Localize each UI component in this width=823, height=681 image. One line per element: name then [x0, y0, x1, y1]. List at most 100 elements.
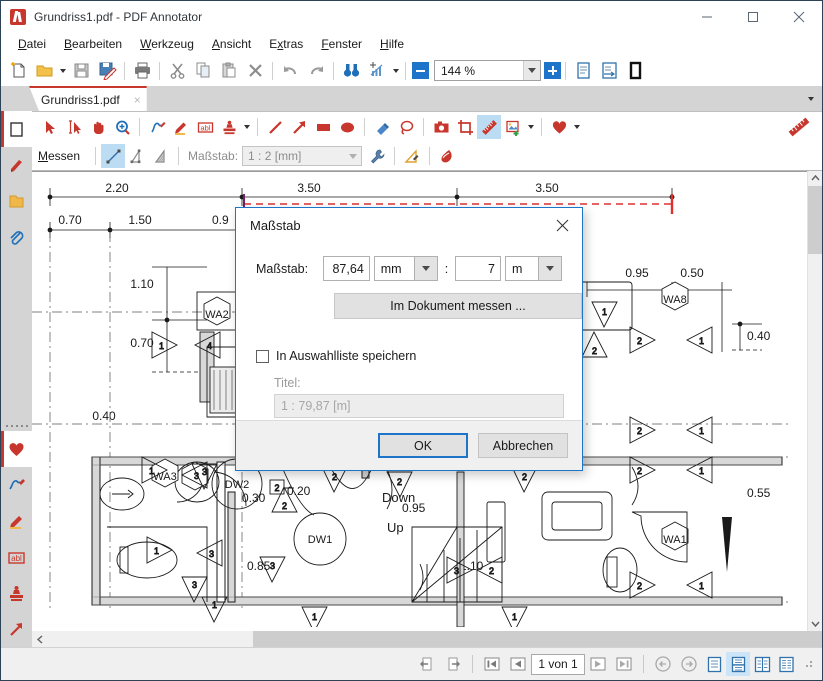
layout-continuous[interactable] [726, 652, 750, 676]
measure-perimeter-tool[interactable] [125, 144, 149, 168]
vertical-scroll-thumb[interactable] [808, 186, 822, 254]
scroll-up-button[interactable] [808, 171, 822, 186]
continuous-page-icon[interactable] [596, 58, 622, 84]
layout-columns[interactable] [774, 652, 798, 676]
highlighter-icon[interactable] [169, 115, 193, 139]
new-document-icon[interactable] [5, 58, 31, 84]
favorites-dropdown-caret-icon[interactable] [571, 114, 582, 140]
ink-drop-icon[interactable] [435, 144, 459, 168]
first-page-icon[interactable] [479, 652, 505, 676]
print-icon[interactable] [129, 58, 155, 84]
delete-x-icon[interactable] [242, 58, 268, 84]
page-setup-dropdown-caret-icon[interactable] [390, 58, 401, 84]
copy-icon[interactable] [190, 58, 216, 84]
tab-close-icon[interactable]: × [134, 93, 141, 107]
sidebar-item-favorites[interactable] [1, 431, 32, 467]
scale-dropdown-chevron-icon[interactable] [345, 147, 362, 165]
horizontal-scroll-track[interactable] [48, 631, 822, 647]
zoom-out-button[interactable] [412, 62, 429, 79]
close-button[interactable] [776, 1, 822, 32]
resize-grip-icon[interactable] [804, 659, 814, 669]
stamp-icon[interactable] [217, 115, 241, 139]
stamp-dropdown-caret-icon[interactable] [241, 114, 252, 140]
measure-distance-tool[interactable] [101, 144, 126, 168]
save-icon[interactable] [68, 58, 94, 84]
forward-arrow-icon[interactable] [676, 652, 702, 676]
page-number-input[interactable]: 1 von 1 [531, 653, 585, 675]
menu-extras[interactable]: Extras [260, 35, 312, 53]
undo-icon[interactable] [277, 58, 303, 84]
layout-facing[interactable] [750, 652, 774, 676]
sidebar-item-text[interactable]: abl [1, 539, 32, 575]
sidebar-item-bookmarks[interactable] [1, 147, 32, 183]
insert-image-icon[interactable] [501, 115, 525, 139]
zoom-combobox[interactable]: 144 % [434, 60, 541, 81]
unit-right-chevron-down-icon[interactable] [538, 256, 562, 281]
measure-area-tool[interactable] [149, 144, 173, 168]
sidebar-drag-handle[interactable] [1, 421, 32, 431]
sidebar-item-attachments[interactable] [1, 219, 32, 255]
calibrate-triangle-icon[interactable] [400, 144, 424, 168]
save-to-list-checkbox-row[interactable]: In Auswahlliste speichern [256, 349, 562, 363]
save-as-icon[interactable] [94, 58, 120, 84]
paste-icon[interactable] [216, 58, 242, 84]
vertical-scrollbar[interactable] [807, 171, 822, 631]
next-view-icon[interactable] [440, 652, 466, 676]
open-dropdown-caret-icon[interactable] [57, 58, 68, 84]
menu-fenster[interactable]: Fenster [312, 35, 371, 53]
scale-combobox[interactable]: 1 : 2 [mm] [242, 146, 363, 166]
horizontal-scroll-thumb[interactable] [253, 631, 822, 647]
ruler-tool-right[interactable] [776, 114, 822, 140]
single-page-icon[interactable] [570, 58, 596, 84]
hand-icon[interactable] [86, 115, 110, 139]
last-page-icon[interactable] [611, 652, 637, 676]
previous-view-icon[interactable] [414, 652, 440, 676]
measure-in-document-button[interactable]: Im Dokument messen ... [334, 293, 582, 319]
unit-left-chevron-down-icon[interactable] [413, 256, 438, 281]
sidebar-item-documents[interactable] [1, 183, 32, 219]
scale-value-left-input[interactable]: 87,64 [323, 256, 370, 281]
filled-ellipse-icon[interactable] [335, 115, 359, 139]
redo-icon[interactable] [303, 58, 329, 84]
abl-text-icon[interactable]: abl [193, 115, 217, 139]
unit-left-combobox[interactable]: mm [373, 256, 438, 281]
open-folder-icon[interactable] [31, 58, 57, 84]
text-select-icon[interactable] [62, 115, 86, 139]
zoom-dropdown-chevron-icon[interactable] [523, 61, 540, 80]
line-icon[interactable] [263, 115, 287, 139]
menu-hilfe[interactable]: Hilfe [371, 35, 413, 53]
fullscreen-icon[interactable] [622, 58, 648, 84]
horizontal-scrollbar[interactable] [32, 631, 822, 647]
wrench-icon[interactable] [365, 144, 389, 168]
maximize-button[interactable] [730, 1, 776, 32]
back-arrow-icon[interactable] [650, 652, 676, 676]
tab-overflow-chevron-down-icon[interactable] [800, 86, 822, 111]
sidebar-item-highlighter[interactable] [1, 503, 32, 539]
insert-image-dropdown-caret-icon[interactable] [525, 114, 536, 140]
menu-ansicht[interactable]: Ansicht [203, 35, 260, 53]
scroll-down-button[interactable] [808, 616, 822, 631]
ruler-icon[interactable] [477, 115, 501, 139]
cut-scissors-icon[interactable] [164, 58, 190, 84]
layout-single-page[interactable] [702, 652, 726, 676]
arrow-icon[interactable] [287, 115, 311, 139]
sidebar-item-arrow[interactable] [1, 611, 32, 647]
tab-grundriss1[interactable]: Grundriss1.pdf × [29, 86, 147, 111]
previous-page-icon[interactable] [505, 652, 531, 676]
ok-button[interactable]: OK [378, 433, 468, 458]
filled-rectangle-icon[interactable] [311, 115, 335, 139]
find-binoculars-icon[interactable] [338, 58, 364, 84]
unit-right-combobox[interactable]: m [505, 256, 562, 281]
minimize-button[interactable] [684, 1, 730, 32]
crop-icon[interactable] [453, 115, 477, 139]
scale-value-right-input[interactable]: 7 [455, 256, 501, 281]
page-setup-icon[interactable] [364, 58, 390, 84]
menu-bearbeiten[interactable]: Bearbeiten [55, 35, 131, 53]
dialog-close-icon[interactable] [542, 208, 582, 242]
vertical-scroll-track[interactable] [808, 254, 822, 616]
sidebar-item-stamp[interactable] [1, 575, 32, 611]
zoom-in-button[interactable] [544, 62, 561, 79]
scroll-left-button[interactable] [32, 631, 48, 647]
sidebar-item-page-thumbnails[interactable] [1, 111, 32, 147]
camera-icon[interactable] [429, 115, 453, 139]
